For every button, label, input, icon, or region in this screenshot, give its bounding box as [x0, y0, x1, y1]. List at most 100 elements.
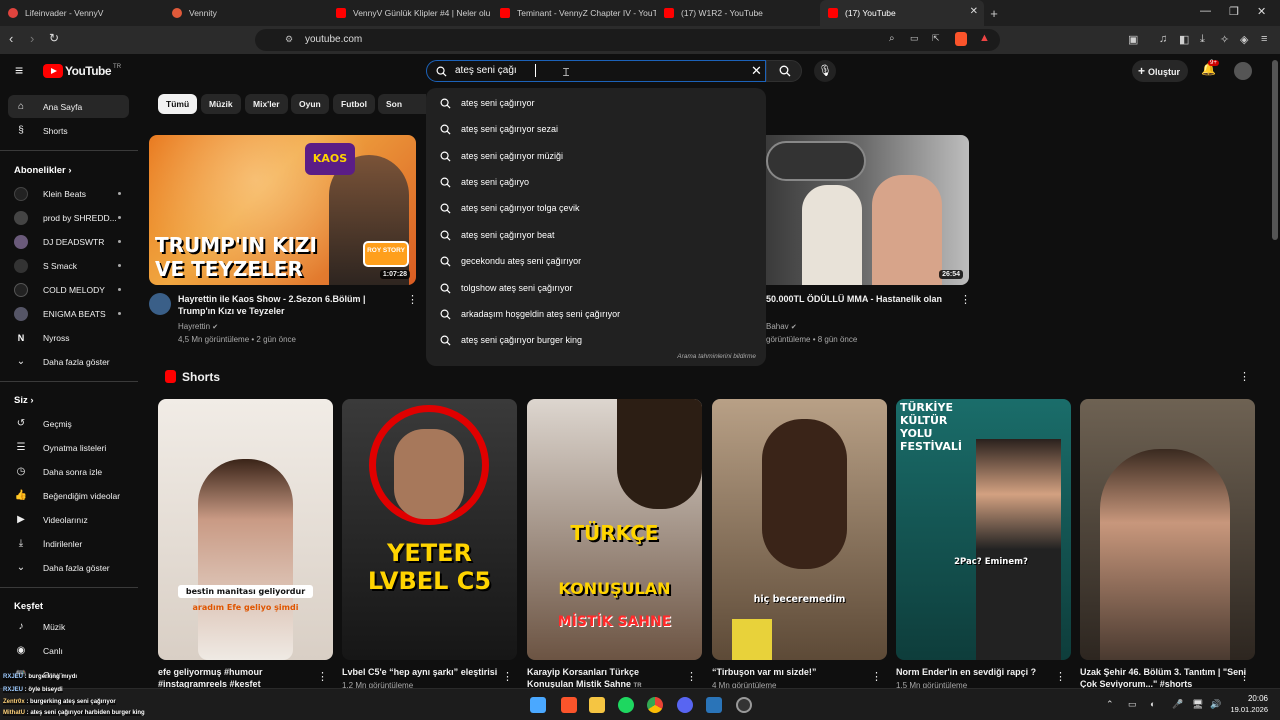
create-button[interactable]: + Oluştur: [1132, 60, 1188, 82]
sidebar-item-channel[interactable]: COLD MELODY: [8, 278, 129, 301]
suggestion-item[interactable]: ateş seni çağırıyor tolga çevik: [426, 195, 766, 221]
sidebar-show-more[interactable]: ⌄ Daha fazla göster: [8, 556, 129, 579]
sidebar-item-playlists[interactable]: ☰ Oynatma listeleri: [8, 436, 129, 459]
tray-chevron-icon[interactable]: ⌃: [1106, 699, 1114, 710]
tray-app-icon[interactable]: ◐: [1150, 699, 1155, 709]
sidebar-item-channel[interactable]: S Smack: [8, 254, 129, 277]
sidebar-item-channel[interactable]: DJ DEADSWTR: [8, 230, 129, 253]
suggestion-item[interactable]: ateş seni çağırıyor: [426, 90, 766, 116]
microphone-icon[interactable]: 🎤: [1172, 699, 1183, 710]
short-title[interactable]: Lvbel C5'e “hep aynı şarkı” eleştirisi: [342, 666, 502, 678]
sidebar-item-live[interactable]: ◉ Canlı: [8, 639, 129, 662]
short-thumbnail[interactable]: TÜRKÇE KONUŞULAN MİSTİK SAHNE: [527, 399, 702, 660]
app-icon[interactable]: [706, 697, 722, 713]
chip-all[interactable]: Tümü: [158, 94, 198, 114]
suggestion-item[interactable]: ateş seni çağırıyor beat: [426, 222, 766, 248]
sidebar-item-watch-later[interactable]: ◷ Daha sonra izle: [8, 460, 129, 483]
sidebar-item-channel[interactable]: Klein Beats: [8, 182, 129, 205]
chip-mixes[interactable]: Mix'ler: [245, 94, 288, 114]
volume-icon[interactable]: 🔊: [1210, 699, 1221, 710]
rewards-icon[interactable]: ▲: [979, 32, 990, 44]
more-options-icon[interactable]: ⋮: [407, 293, 418, 306]
short-title[interactable]: Uzak Şehir 46. Bölüm 3. Tanıtım | "Seni …: [1080, 666, 1250, 690]
avatar[interactable]: [1234, 62, 1252, 80]
search-input[interactable]: ateş seni çağı Ɪ ✕: [426, 60, 766, 82]
site-info-icon[interactable]: ⚙: [285, 34, 293, 45]
more-options-icon[interactable]: ⋮: [686, 670, 697, 683]
video-title[interactable]: 50.000TL ÖDÜLLÜ MMA - Hastanelik olan: [766, 293, 956, 305]
suggestion-item[interactable]: tolgshow ateş seni çağırıyor: [426, 275, 766, 301]
sidebar-item-shorts[interactable]: § Shorts: [8, 119, 129, 142]
video-thumbnail[interactable]: KAOS ROY STORY TRUMP'IN KIZI VE TEYZELER…: [149, 135, 416, 285]
more-options-icon[interactable]: ⋮: [1239, 370, 1250, 383]
downloads-icon[interactable]: ⤓: [1200, 33, 1205, 46]
you-heading[interactable]: Siz ›: [14, 395, 34, 406]
back-icon[interactable]: ‹: [9, 31, 13, 46]
reload-icon[interactable]: ↻: [49, 31, 59, 45]
discord-icon[interactable]: [677, 697, 693, 713]
address-bar[interactable]: ⚙ youtube.com ⌕ ▭ ⇱ ▲: [255, 29, 1000, 51]
suggestion-item[interactable]: ateş seni çağırıyor sezai: [426, 116, 766, 142]
sidebar-item-channel[interactable]: prod by SHREDD...: [8, 206, 129, 229]
channel-avatar[interactable]: [149, 293, 171, 315]
clock-time[interactable]: 20:06: [1228, 694, 1268, 703]
chip-recently-uploaded[interactable]: Son yükler: [378, 94, 426, 114]
search-button[interactable]: [766, 60, 802, 82]
ai-icon[interactable]: ✧: [1220, 33, 1229, 46]
suggestion-item[interactable]: arkadaşım hoşgeldin ateş seni çağırıyor: [426, 301, 766, 327]
sidebar-item-downloads[interactable]: ⤓ İndirilenler: [8, 532, 129, 555]
obs-icon[interactable]: [736, 697, 752, 713]
youtube-logo[interactable]: YouTube TR: [43, 64, 121, 78]
cast-icon[interactable]: ▭: [910, 33, 919, 44]
suggestion-item[interactable]: ateş seni çağırıyor burger king: [426, 327, 766, 353]
reading-list-icon[interactable]: ◧: [1179, 33, 1189, 46]
browser-tab[interactable]: Lifeinvader - VennyV: [0, 0, 164, 26]
voice-search-button[interactable]: 🎙: [814, 60, 836, 82]
chip-gaming[interactable]: Oyun: [291, 94, 329, 114]
browser-tab[interactable]: Teminant - VennyZ Chapter IV - YouT: [492, 0, 656, 26]
close-tab-icon[interactable]: ✕: [970, 6, 978, 17]
sidebar-item-music[interactable]: ♪ Müzik: [8, 615, 129, 638]
minimize-button[interactable]: —: [1200, 5, 1211, 17]
sidebar-item-channel[interactable]: ENIGMA BEATS: [8, 302, 129, 325]
close-window-button[interactable]: ✕: [1257, 5, 1266, 18]
video-title[interactable]: Hayrettin ile Kaos Show - 2.Sezon 6.Bölü…: [178, 293, 403, 317]
browser-tab-active[interactable]: (17) YouTube ✕: [820, 0, 984, 26]
page-scrollbar[interactable]: [1272, 60, 1278, 240]
forward-icon[interactable]: ›: [30, 31, 34, 46]
tray-app-icon[interactable]: ▭: [1128, 699, 1137, 710]
subscriptions-heading[interactable]: Abonelikler ›: [14, 165, 72, 176]
network-icon[interactable]: 🖥: [1192, 699, 1203, 710]
channel-name[interactable]: Hayrettin ✔: [178, 322, 218, 331]
sidebar-item-liked[interactable]: 👍 Beğendiğim videolar: [8, 484, 129, 507]
sidebar-item-your-videos[interactable]: ▶ Videolarınız: [8, 508, 129, 531]
sidebar-item-history[interactable]: ↺ Geçmiş: [8, 412, 129, 435]
brave-shields-icon[interactable]: [955, 32, 967, 46]
clear-search-icon[interactable]: ✕: [751, 63, 762, 79]
brave-icon[interactable]: [561, 697, 577, 713]
suggestion-item[interactable]: gecekondu ateş seni çağırıyor: [426, 248, 766, 274]
browser-tab[interactable]: Vennity: [164, 0, 328, 26]
short-thumbnail[interactable]: TÜRKİYE KÜLTÜR YOLU FESTİVALİ 2Pac? Emin…: [896, 399, 1071, 660]
more-options-icon[interactable]: ⋮: [1055, 670, 1066, 683]
more-options-icon[interactable]: ⋮: [960, 293, 971, 306]
hamburger-menu-icon[interactable]: ≡: [15, 62, 23, 78]
suggestion-item[interactable]: ateş seni çağırıyor müziği: [426, 143, 766, 169]
short-thumbnail[interactable]: bestin manitası geliyordur aradım Efe ge…: [158, 399, 333, 660]
start-menu-icon[interactable]: [530, 697, 546, 713]
short-title[interactable]: efe geliyormuş #humour #instagramreels #…: [158, 666, 318, 690]
more-options-icon[interactable]: ⋮: [317, 670, 328, 683]
suggestion-item[interactable]: ateş seni çağıryo: [426, 169, 766, 195]
sidebar-item-channel[interactable]: N Nyross: [8, 326, 129, 349]
browser-tab[interactable]: (17) W1R2 - YouTube: [656, 0, 820, 26]
short-title[interactable]: “Tirbuşon var mı sizde!”: [712, 666, 872, 678]
chip-football[interactable]: Futbol: [333, 94, 375, 114]
channel-name[interactable]: Bahav ✔: [766, 322, 797, 331]
zoom-icon[interactable]: ⌕: [889, 33, 895, 44]
short-thumbnail[interactable]: hiç beceremedim: [712, 399, 887, 660]
file-explorer-icon[interactable]: [589, 697, 605, 713]
sidebar-show-more[interactable]: ⌄ Daha fazla göster: [8, 350, 129, 373]
maximize-button[interactable]: ❐: [1229, 5, 1239, 18]
menu-icon[interactable]: ≡: [1261, 33, 1267, 45]
clock-date[interactable]: 19.01.2026: [1222, 705, 1268, 714]
